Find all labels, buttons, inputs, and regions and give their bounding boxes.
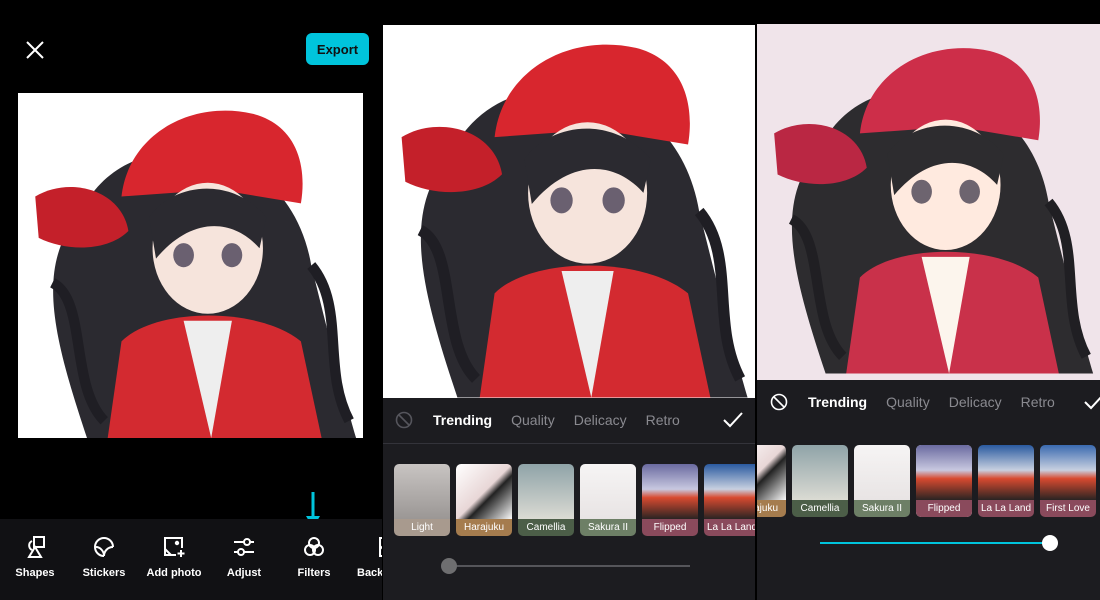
intensity-slider[interactable] — [449, 565, 690, 567]
filter-thumb[interactable]: Harajuku — [456, 464, 512, 536]
filter-thumb[interactable]: Camellia — [518, 464, 574, 536]
filter-label: First Love — [1040, 500, 1096, 517]
background-icon — [379, 537, 382, 557]
filter-label: La La Land — [704, 519, 755, 536]
tab-quality[interactable]: Quality — [511, 412, 555, 428]
filter-label: Camellia — [518, 519, 574, 536]
filter-panel-2: Trending Quality Delicacy Retro Harajuku… — [757, 0, 1100, 600]
filter-thumb[interactable]: Harajuku — [757, 445, 786, 517]
filter-preview — [642, 464, 698, 520]
filter-panel-1: Trending Quality Delicacy Retro Light Har… — [383, 0, 755, 600]
tab-trending[interactable]: Trending — [808, 394, 867, 410]
close-icon[interactable] — [24, 39, 46, 61]
bottom-toolbar: Shapes Stickers Add photo Adjust Filters… — [0, 519, 382, 600]
preview-image-filtered — [757, 24, 1100, 380]
filter-label: Flipped — [916, 500, 972, 517]
filter-thumb[interactable]: Flipped — [642, 464, 698, 536]
filter-thumb[interactable]: Sakura II — [580, 464, 636, 536]
editor-panel: Export Shapes Stickers Add photo Adjust … — [0, 0, 382, 600]
filter-label: Harajuku — [456, 519, 512, 536]
tool-filters[interactable]: Filters — [279, 535, 349, 579]
sticker-icon — [94, 537, 114, 557]
filter-label: Sakura II — [580, 519, 636, 536]
filter-sheet: Trending Quality Delicacy Retro Harajuku… — [757, 380, 1100, 600]
filter-list: Light Harajuku Camellia Sakura II Flipped La … — [394, 464, 755, 536]
sliders-icon — [234, 538, 254, 556]
intensity-slider[interactable] — [820, 542, 1050, 544]
no-filter-icon[interactable] — [395, 411, 413, 429]
filter-thumb[interactable]: Sakura II — [854, 445, 910, 517]
filter-preview — [456, 464, 512, 520]
slider-knob[interactable] — [441, 558, 457, 574]
add-photo-icon — [164, 537, 185, 557]
filter-preview — [916, 445, 972, 501]
filter-label: La La Land — [978, 500, 1034, 517]
filter-preview — [1040, 445, 1096, 501]
tab-retro[interactable]: Retro — [1021, 394, 1055, 410]
tab-retro[interactable]: Retro — [646, 412, 680, 428]
filter-thumb[interactable]: First Love — [1040, 445, 1096, 517]
filter-label: Camellia — [792, 500, 848, 517]
filter-thumb[interactable]: Camellia — [792, 445, 848, 517]
filter-preview — [394, 464, 450, 520]
canvas-image[interactable] — [18, 93, 363, 438]
filter-preview — [518, 464, 574, 520]
tab-trending[interactable]: Trending — [433, 412, 492, 428]
no-filter-icon[interactable] — [770, 393, 788, 411]
tab-delicacy[interactable]: Delicacy — [949, 394, 1002, 410]
tab-quality[interactable]: Quality — [886, 394, 930, 410]
filter-thumb[interactable]: Light — [394, 464, 450, 536]
filter-thumb[interactable]: La La Land — [704, 464, 755, 536]
filter-preview — [792, 445, 848, 501]
filter-label: Harajuku — [757, 500, 786, 517]
tab-delicacy[interactable]: Delicacy — [574, 412, 627, 428]
divider — [383, 443, 755, 444]
tool-background[interactable]: Back — [347, 535, 382, 579]
filter-tabs: Trending Quality Delicacy Retro — [383, 398, 755, 442]
filter-list: Harajuku Camellia Sakura II Flipped La La La… — [757, 445, 1100, 517]
filter-thumb[interactable]: Flipped — [916, 445, 972, 517]
filter-label: Flipped — [642, 519, 698, 536]
filters-icon — [304, 537, 324, 556]
filter-label: Light — [394, 519, 450, 536]
filter-preview — [757, 445, 786, 501]
filter-preview — [854, 445, 910, 501]
check-icon[interactable] — [1083, 393, 1100, 411]
preview-image — [383, 25, 755, 398]
export-button[interactable]: Export — [306, 33, 369, 65]
tool-add-photo[interactable]: Add photo — [139, 535, 209, 579]
filter-preview — [580, 464, 636, 520]
tool-shapes[interactable]: Shapes — [0, 535, 70, 579]
check-icon[interactable] — [722, 411, 744, 429]
filter-preview — [704, 464, 755, 520]
tool-stickers[interactable]: Stickers — [69, 535, 139, 579]
filter-sheet: Trending Quality Delicacy Retro Light Har… — [383, 398, 755, 600]
filter-thumb[interactable]: La La Land — [978, 445, 1034, 517]
tool-adjust[interactable]: Adjust — [209, 535, 279, 579]
filter-tabs: Trending Quality Delicacy Retro — [757, 380, 1100, 424]
shapes-icon — [27, 536, 45, 558]
filter-preview — [978, 445, 1034, 501]
slider-knob[interactable] — [1042, 535, 1058, 551]
filter-label: Sakura II — [854, 500, 910, 517]
